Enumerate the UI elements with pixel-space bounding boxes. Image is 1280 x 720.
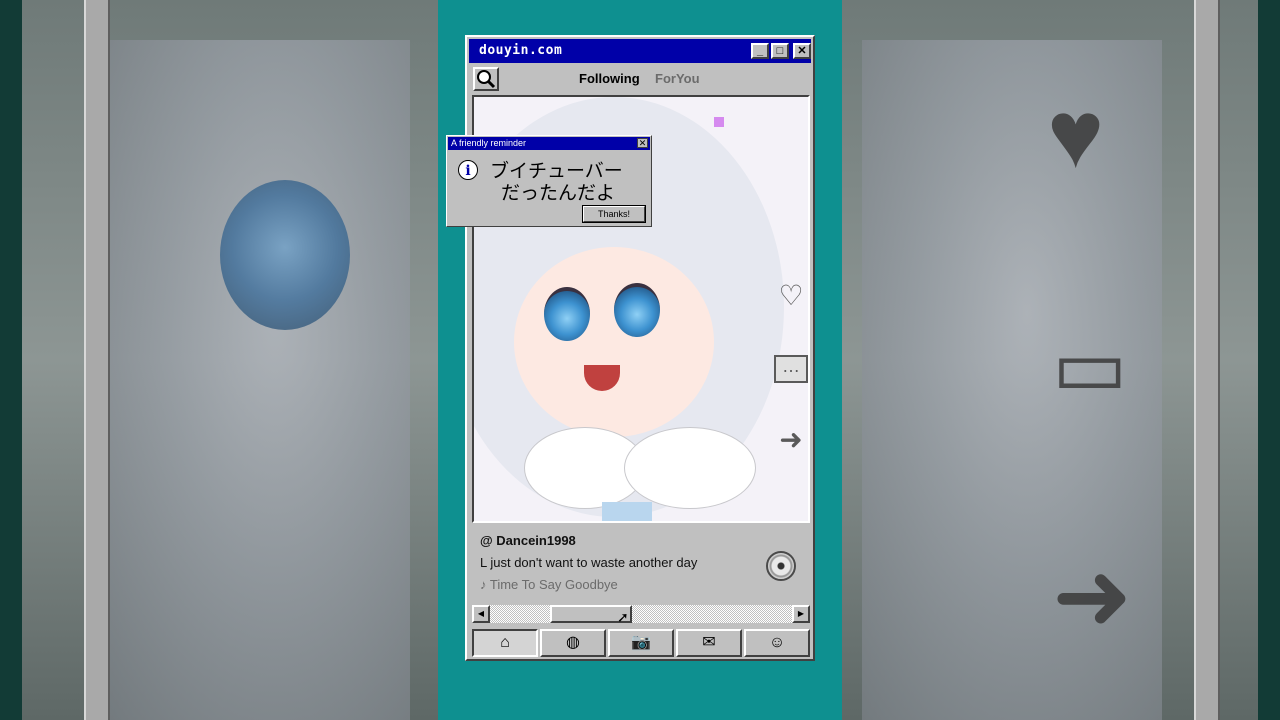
toolbar: Following ForYou <box>469 65 811 93</box>
close-button[interactable]: ✕ <box>793 43 811 59</box>
character-collar-right <box>624 427 756 509</box>
character-eye-right <box>614 283 660 337</box>
post-music[interactable]: ♪ Time To Say Goodbye <box>480 577 618 592</box>
bottom-navigation: ⌂ ◍ 📷 ✉ ☺ <box>472 629 810 657</box>
scroll-left-button[interactable]: ◀ <box>472 605 490 623</box>
like-icon[interactable]: ♡ <box>774 281 808 311</box>
globe-icon: ◍ <box>566 634 580 651</box>
background-frame-left <box>84 0 110 720</box>
character-eye-left <box>544 287 590 341</box>
tab-following[interactable]: Following <box>579 71 640 86</box>
post-username[interactable]: @ Dancein1998 <box>480 533 576 548</box>
music-disc-icon[interactable] <box>766 551 796 581</box>
camera-icon: 📷 <box>631 634 651 651</box>
thanks-button[interactable]: Thanks! <box>582 205 646 223</box>
comment-icon[interactable]: … <box>774 355 808 383</box>
background-share-icon: ➜ <box>1052 543 1133 650</box>
minimize-button[interactable]: _ <box>751 43 769 59</box>
search-button[interactable] <box>473 67 499 91</box>
background-frame-right <box>1194 0 1220 720</box>
background-left <box>0 0 438 720</box>
character-ribbon <box>602 502 652 521</box>
post-info: @ Dancein1998 L just don't want to waste… <box>472 525 810 605</box>
nav-home-button[interactable]: ⌂ <box>472 629 538 657</box>
scroll-right-button[interactable]: ▶ <box>792 605 810 623</box>
post-caption: L just don't want to waste another day <box>480 555 698 570</box>
nav-explore-button[interactable]: ◍ <box>540 629 606 657</box>
window-title: douyin.com <box>479 43 563 58</box>
sparkle-pixel <box>714 117 724 127</box>
home-icon: ⌂ <box>500 634 510 651</box>
profile-icon: ☺ <box>768 634 786 651</box>
background-comment-icon: ▭ <box>1052 322 1128 411</box>
tab-foryou[interactable]: ForYou <box>655 71 700 86</box>
background-eye-left <box>220 180 350 330</box>
dialog-close-button[interactable]: ✕ <box>637 138 648 148</box>
horizontal-scrollbar[interactable]: ◀ ➚ ▶ <box>472 605 810 625</box>
nav-profile-button[interactable]: ☺ <box>744 629 810 657</box>
background-right: ♥ ▭ ➜ <box>842 0 1280 720</box>
background-edge-right <box>1258 0 1280 720</box>
window-titlebar[interactable]: douyin.com _ □ ✕ <box>469 39 811 63</box>
nav-inbox-button[interactable]: ✉ <box>676 629 742 657</box>
mail-icon: ✉ <box>702 634 716 651</box>
search-icon <box>477 70 496 89</box>
dialog-titlebar[interactable]: A friendly reminder <box>448 137 650 150</box>
reminder-dialog: A friendly reminder ✕ i ブイチューバー だったんだよ T… <box>446 135 652 227</box>
share-icon[interactable]: ➜ <box>774 425 808 455</box>
character-face <box>514 247 714 437</box>
background-character-left <box>110 40 410 720</box>
info-icon: i <box>458 160 478 180</box>
dialog-title: A friendly reminder <box>451 138 527 148</box>
mouse-cursor-icon: ➚ <box>617 609 629 625</box>
nav-camera-button[interactable]: 📷 <box>608 629 674 657</box>
maximize-button[interactable]: □ <box>771 43 789 59</box>
dialog-message-line2: だったんだよ <box>501 183 616 204</box>
douyin-window: douyin.com _ □ ✕ Following ForYou ♡ … ➜ <box>465 35 815 661</box>
background-edge-left <box>0 0 22 720</box>
background-heart-icon: ♥ <box>1047 81 1104 188</box>
